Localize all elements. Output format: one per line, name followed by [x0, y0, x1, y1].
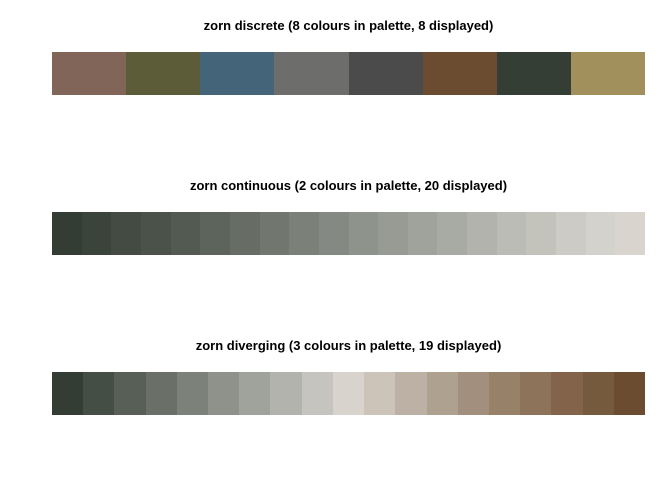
color-swatch	[526, 212, 557, 255]
color-swatch	[230, 212, 261, 255]
color-swatch	[302, 372, 334, 415]
color-swatch	[423, 52, 498, 95]
color-swatch	[349, 52, 424, 95]
color-swatch	[52, 372, 84, 415]
color-swatch	[177, 372, 209, 415]
palette-figure: zorn discrete (8 colours in palette, 8 d…	[0, 0, 672, 480]
color-swatch	[52, 212, 83, 255]
color-swatch	[458, 372, 490, 415]
color-swatch	[571, 52, 645, 95]
color-swatch	[239, 372, 271, 415]
color-swatch	[270, 372, 303, 415]
color-swatch	[583, 372, 615, 415]
color-swatch	[260, 212, 290, 255]
color-swatch	[586, 212, 616, 255]
discrete-palette-panel: zorn discrete (8 colours in palette, 8 d…	[52, 18, 645, 138]
color-swatch	[111, 212, 142, 255]
color-swatch	[274, 52, 350, 95]
color-swatch	[200, 212, 231, 255]
chart-title: zorn continuous (2 colours in palette, 2…	[189, 178, 508, 193]
color-swatch	[378, 212, 409, 255]
swatch-strip	[52, 212, 645, 255]
color-swatch	[333, 372, 365, 415]
color-swatch	[364, 372, 396, 415]
diverging-palette-panel: zorn diverging (3 colours in palette, 19…	[52, 338, 645, 458]
color-swatch	[208, 372, 240, 415]
swatch-strip	[52, 52, 645, 95]
color-swatch	[615, 212, 645, 255]
color-swatch	[52, 52, 127, 95]
color-swatch	[114, 372, 147, 415]
chart-title: zorn diverging (3 colours in palette, 19…	[195, 338, 502, 353]
color-swatch	[146, 372, 178, 415]
color-swatch	[427, 372, 459, 415]
color-swatch	[489, 372, 521, 415]
color-swatch	[289, 212, 320, 255]
color-swatch	[395, 372, 428, 415]
chart-title: zorn discrete (8 colours in palette, 8 d…	[203, 18, 494, 33]
color-swatch	[83, 372, 115, 415]
color-swatch	[408, 212, 438, 255]
color-swatch	[141, 212, 172, 255]
color-swatch	[497, 212, 527, 255]
swatch-strip	[52, 372, 645, 415]
continuous-palette-panel: zorn continuous (2 colours in palette, 2…	[52, 178, 645, 298]
color-swatch	[126, 52, 201, 95]
color-swatch	[497, 52, 572, 95]
color-swatch	[82, 212, 112, 255]
color-swatch	[437, 212, 468, 255]
color-swatch	[520, 372, 552, 415]
color-swatch	[467, 212, 498, 255]
color-swatch	[551, 372, 584, 415]
color-swatch	[556, 212, 587, 255]
color-swatch	[200, 52, 275, 95]
color-swatch	[319, 212, 350, 255]
color-swatch	[614, 372, 645, 415]
color-swatch	[171, 212, 201, 255]
color-swatch	[349, 212, 379, 255]
